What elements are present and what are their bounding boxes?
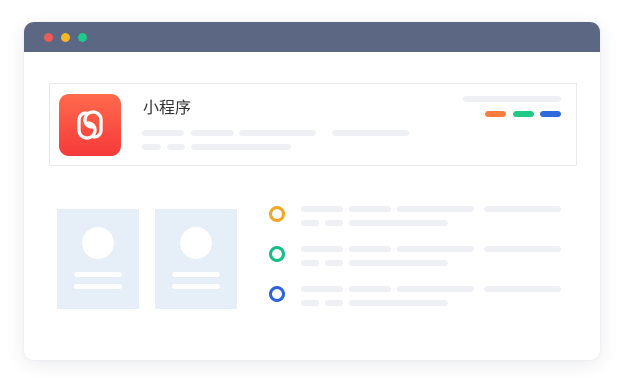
list-item[interactable] bbox=[268, 205, 568, 230]
profile-line bbox=[74, 272, 122, 277]
placeholder-line bbox=[301, 220, 319, 226]
placeholder-line bbox=[301, 246, 343, 252]
mini-program-icon bbox=[59, 94, 121, 156]
placeholder-line bbox=[191, 130, 234, 136]
placeholder-line bbox=[349, 300, 448, 306]
placeholder-line bbox=[301, 286, 343, 292]
placeholder-line bbox=[484, 286, 561, 292]
placeholder-line bbox=[325, 220, 343, 226]
orange-status-pill bbox=[485, 111, 506, 117]
placeholder-line bbox=[142, 144, 161, 150]
placeholder-line bbox=[397, 206, 474, 212]
placeholder-line bbox=[349, 220, 448, 226]
placeholder-line bbox=[239, 130, 316, 136]
placeholder-line bbox=[349, 260, 448, 266]
placeholder-line bbox=[167, 144, 185, 150]
placeholder-line bbox=[301, 206, 343, 212]
placeholder-line bbox=[301, 260, 319, 266]
title-bar bbox=[24, 22, 600, 52]
placeholder-line bbox=[332, 130, 409, 136]
app-window: 小程序 bbox=[24, 22, 600, 360]
list-item[interactable] bbox=[268, 245, 568, 270]
mini-program-card[interactable]: 小程序 bbox=[49, 83, 577, 166]
blue-status-pill bbox=[540, 111, 561, 117]
list-item[interactable] bbox=[268, 285, 568, 310]
profile-card[interactable] bbox=[57, 209, 139, 309]
placeholder-line bbox=[191, 144, 291, 150]
orange-circle-icon bbox=[269, 206, 285, 222]
placeholder-line bbox=[142, 130, 184, 136]
window-maximize-dot[interactable] bbox=[78, 33, 87, 42]
placeholder-line bbox=[349, 246, 391, 252]
app-title: 小程序 bbox=[143, 98, 192, 117]
placeholder-line bbox=[349, 286, 391, 292]
window-close-dot[interactable] bbox=[44, 33, 53, 42]
placeholder-line bbox=[325, 300, 343, 306]
placeholder-line bbox=[349, 206, 391, 212]
placeholder-line bbox=[325, 260, 343, 266]
placeholder-line bbox=[301, 300, 319, 306]
profile-card[interactable] bbox=[155, 209, 237, 309]
avatar bbox=[180, 227, 212, 259]
placeholder-line bbox=[463, 96, 561, 102]
profile-line bbox=[172, 272, 220, 277]
window-minimize-dot[interactable] bbox=[61, 33, 70, 42]
placeholder-line bbox=[484, 206, 561, 212]
placeholder-line bbox=[397, 246, 474, 252]
green-status-pill bbox=[513, 111, 534, 117]
green-circle-icon bbox=[269, 246, 285, 262]
profile-line bbox=[172, 284, 220, 289]
profile-line bbox=[74, 284, 122, 289]
avatar bbox=[82, 227, 114, 259]
link-icon bbox=[77, 110, 103, 140]
placeholder-line bbox=[397, 286, 474, 292]
blue-circle-icon bbox=[269, 286, 285, 302]
placeholder-line bbox=[484, 246, 561, 252]
